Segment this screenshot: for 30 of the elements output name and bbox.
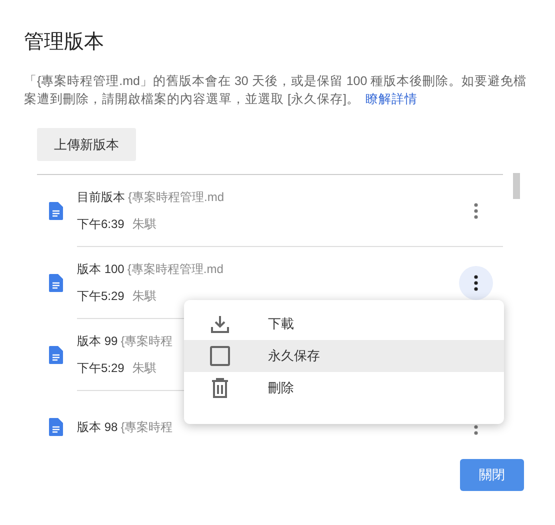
file-name: {專案時程管理.md bbox=[127, 261, 224, 278]
document-icon bbox=[49, 346, 63, 364]
author-name: 朱騏 bbox=[132, 288, 156, 305]
version-label: 版本 98 bbox=[77, 418, 118, 436]
description-text: 「{專案時程管理.md」的舊版本會在 30 天後，或是保留 100 種版本後刪除。如要避免檔案遭到刪除，請開啟檔案的內容選單，並選取 [永久保存]。 瞭解詳情 bbox=[24, 73, 528, 108]
more-button[interactable] bbox=[459, 266, 493, 300]
document-icon bbox=[49, 274, 63, 292]
checkbox[interactable] bbox=[208, 344, 232, 368]
file-name: {專案時程管理.md bbox=[128, 189, 224, 206]
menu-item[interactable]: 刪除 bbox=[184, 372, 504, 404]
version-time: 下午5:29 bbox=[77, 360, 124, 377]
document-icon bbox=[49, 202, 63, 220]
version-time: 下午6:39 bbox=[77, 216, 124, 233]
vertical-dots-icon bbox=[474, 203, 478, 219]
dialog-title: 管理版本 bbox=[24, 30, 104, 55]
version-label: 目前版本 bbox=[77, 189, 125, 206]
menu-item[interactable]: 下載 bbox=[184, 308, 504, 340]
scrollbar-thumb[interactable] bbox=[513, 173, 520, 199]
version-time: 下午5:29 bbox=[77, 288, 124, 305]
author-name: 朱騏 bbox=[132, 216, 156, 233]
file-name: {專案時程 bbox=[120, 418, 173, 436]
document-icon bbox=[49, 418, 63, 436]
menu-item[interactable]: 永久保存 bbox=[184, 340, 504, 372]
upload-button[interactable]: 上傳新版本 bbox=[37, 128, 136, 161]
vertical-dots-icon bbox=[474, 275, 478, 291]
author-name: 朱騏 bbox=[132, 360, 156, 377]
version-label: 版本 99 bbox=[77, 333, 118, 350]
version-label: 版本 100 bbox=[77, 261, 124, 278]
learn-more-link[interactable]: 瞭解詳情 bbox=[365, 92, 418, 106]
file-name: {專案時程 bbox=[120, 333, 173, 350]
